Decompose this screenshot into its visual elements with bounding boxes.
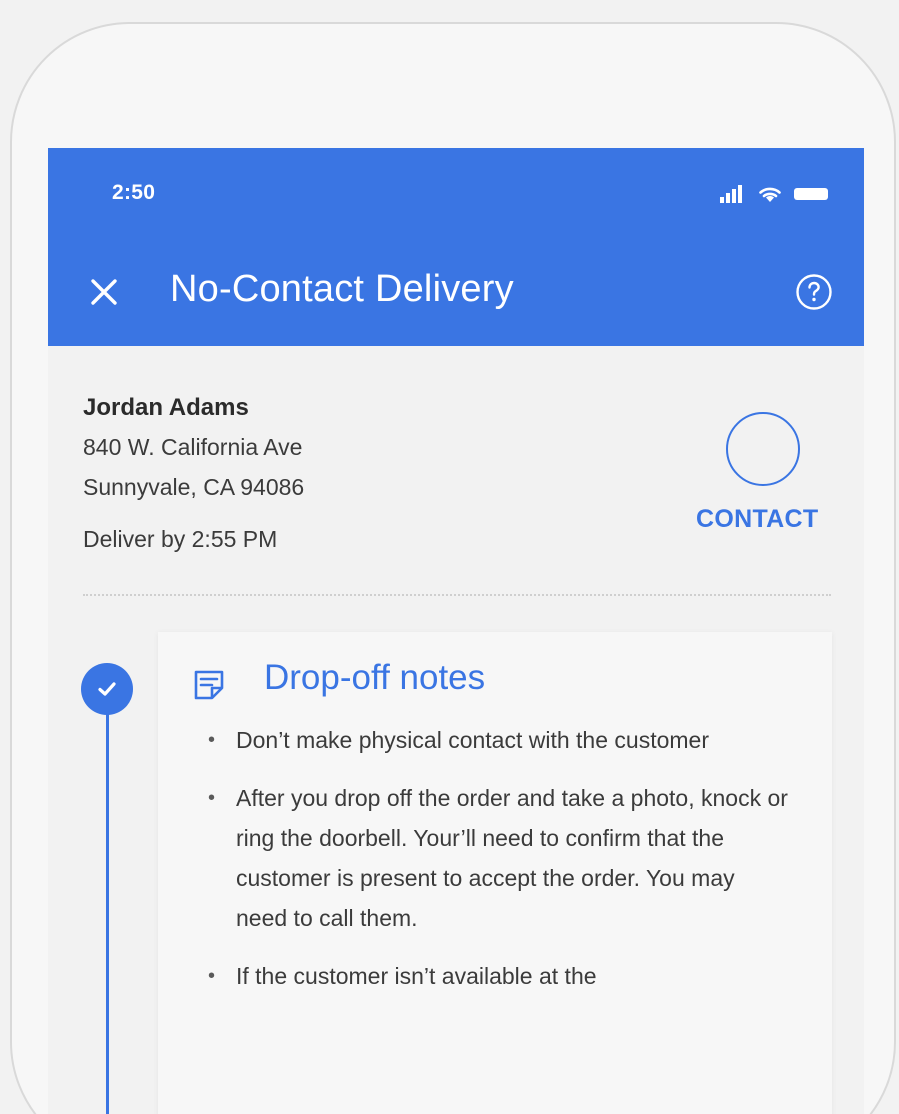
list-item: • If the customer isn’t available at the <box>208 956 788 996</box>
step-complete-badge <box>81 663 133 715</box>
help-icon <box>796 274 832 310</box>
bullet-icon: • <box>208 729 216 751</box>
customer-name: Jordan Adams <box>83 394 249 421</box>
contact-avatar[interactable] <box>726 412 800 486</box>
status-icons <box>720 184 830 204</box>
app-mockup: 2:50 No-Contact Delivery Jordan Adams 84… <box>0 0 899 1114</box>
close-button[interactable] <box>82 270 126 314</box>
notes-icon <box>194 670 224 700</box>
list-item: • Don’t make physical contact with the c… <box>208 720 788 760</box>
battery-icon <box>794 188 828 200</box>
page-title: No-Contact Delivery <box>170 268 514 310</box>
bullet-icon: • <box>208 787 216 809</box>
dropoff-notes-card: Drop-off notes • Don’t make physical con… <box>158 632 832 1114</box>
address-line-2: Sunnyvale, CA 94086 <box>83 474 305 500</box>
timeline-line <box>106 688 109 1114</box>
app-header: 2:50 No-Contact Delivery <box>48 148 864 346</box>
note-text: After you drop off the order and take a … <box>236 785 788 931</box>
address-line-1: 840 W. California Ave <box>83 434 303 460</box>
close-icon <box>91 279 117 305</box>
help-button[interactable] <box>794 272 834 312</box>
note-text: If the customer isn’t available at the <box>236 963 597 989</box>
note-text: Don’t make physical contact with the cus… <box>236 727 709 753</box>
section-divider <box>83 594 831 596</box>
deliver-by-time: Deliver by 2:55 PM <box>83 526 278 552</box>
phone-screen: 2:50 No-Contact Delivery Jordan Adams 84… <box>48 148 864 1114</box>
checkmark-icon <box>98 682 116 696</box>
status-time: 2:50 <box>112 181 156 204</box>
dropoff-notes-title: Drop-off notes <box>264 658 486 697</box>
signal-icon <box>720 185 742 203</box>
contact-button[interactable]: CONTACT <box>696 505 818 534</box>
wifi-icon <box>759 187 781 202</box>
list-item: • After you drop off the order and take … <box>208 778 788 938</box>
bullet-icon: • <box>208 965 216 987</box>
dropoff-notes-list: • Don’t make physical contact with the c… <box>208 720 788 1014</box>
